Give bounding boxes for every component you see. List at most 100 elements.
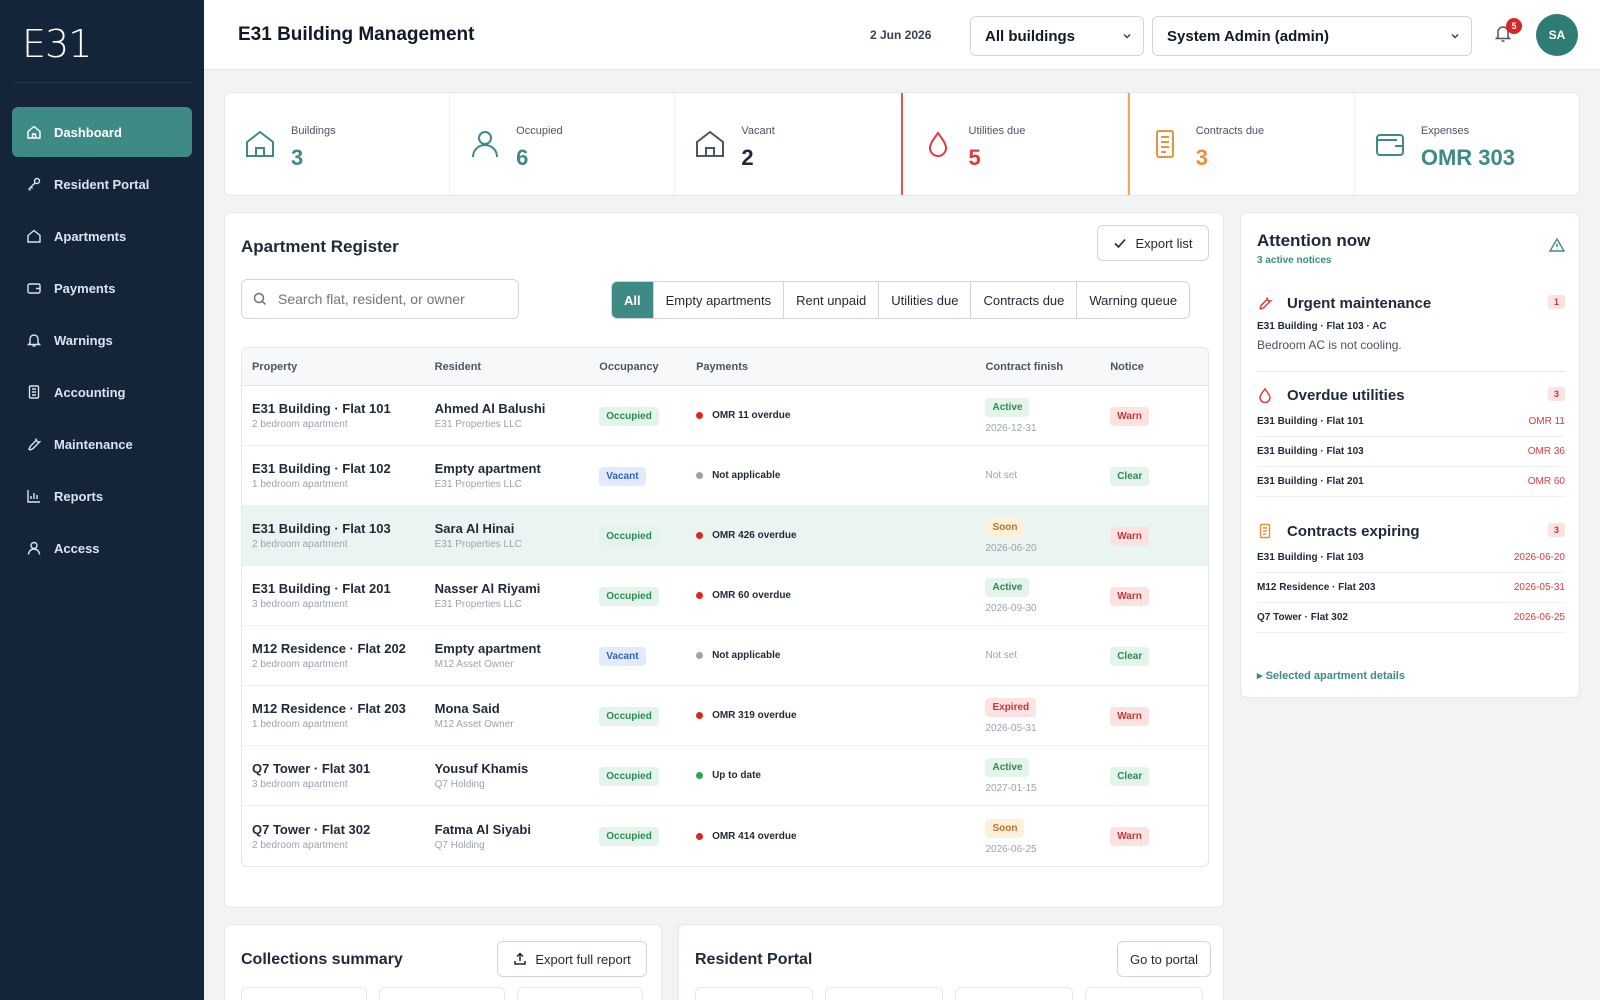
table-row[interactable]: Q7 Tower · Flat 302 2 bedroom apartment F… [242,806,1208,866]
sidebar-item-payments[interactable]: Payments [12,263,192,313]
notice-badge[interactable]: Clear [1110,466,1150,486]
urgent-maintenance-section[interactable]: Urgent maintenance 1 E31 Building · Flat… [1257,291,1565,352]
column-header[interactable]: Occupancy [599,361,696,373]
sidebar-item-access[interactable]: Access [12,523,192,573]
list-item[interactable]: M12 Residence · Flat 203 2026-05-31 [1257,573,1565,603]
contract-date: 2027-01-15 [985,783,1037,794]
document-icon [1155,130,1174,158]
top-header: E31 Building Management 2 Jun 2026 All b… [204,0,1600,70]
list-item[interactable]: E31 Building · Flat 101 OMR 11 [1257,407,1565,437]
resident-portal-card: Resident Portal Go to portal [678,924,1224,1000]
building-icon [246,130,274,157]
building-select[interactable]: All buildings [970,16,1144,56]
owner-name: M12 Asset Owner [434,659,514,670]
contract-date: 2026-09-30 [985,603,1037,614]
sidebar-item-label: Warnings [54,332,113,348]
search-input[interactable] [241,279,519,319]
list-item[interactable]: Q7 Tower · Flat 302 2026-06-25 [1257,603,1565,633]
house-icon [696,130,725,157]
occupancy-badge: Occupied [599,406,659,426]
column-header[interactable]: Notice [1110,361,1208,373]
list-item[interactable]: E31 Building · Flat 201 OMR 60 [1257,467,1565,497]
sidebar-item-reports[interactable]: Reports [12,471,192,521]
notice-badge[interactable]: Clear [1110,646,1150,666]
column-header[interactable]: Resident [435,361,600,373]
sidebar-item-accounting[interactable]: Accounting [12,367,192,417]
go-to-portal-button[interactable]: Go to portal [1117,941,1211,977]
filter-utilities-due[interactable]: Utilities due [879,282,972,318]
export-list-button[interactable]: Export list [1097,225,1209,261]
item-name: E31 Building · Flat 103 [1257,446,1364,457]
filter-all[interactable]: All [612,282,654,318]
column-header[interactable]: Payments [696,361,985,373]
stat-label: Utilities due [968,125,1026,137]
stat-occupied[interactable]: Occupied 6 [450,93,676,195]
table-row[interactable]: M12 Residence · Flat 202 2 bedroom apartm… [242,626,1208,686]
filter-rent-unpaid[interactable]: Rent unpaid [784,282,880,318]
payment-status-dot [696,772,704,779]
sidebar-item-resident-portal[interactable]: Resident Portal [12,159,192,209]
summary-tile [241,987,367,1000]
table-row[interactable]: M12 Residence · Flat 203 1 bedroom apartm… [242,686,1208,746]
stat-label: Buildings [291,125,336,137]
export-full-report-button[interactable]: Export full report [497,941,647,977]
house-icon [27,229,41,243]
filter-empty-apartments[interactable]: Empty apartments [653,282,785,318]
stat-value: 3 [1195,145,1208,170]
filter-contracts-due[interactable]: Contracts due [971,282,1078,318]
resident-name: Sara Al Hinai [434,521,515,536]
payment-status: OMR 11 overdue [712,410,791,421]
occupancy-badge: Occupied [599,526,659,546]
summary-tile [379,987,505,1000]
list-item[interactable]: E31 Building · Flat 103 OMR 36 [1257,437,1565,467]
sidebar-item-warnings[interactable]: Warnings [12,315,192,365]
notice-badge[interactable]: Warn [1110,586,1149,606]
table-row[interactable]: E31 Building · Flat 103 2 bedroom apartme… [242,506,1208,566]
notice-badge[interactable]: Clear [1110,766,1150,786]
wallet-icon [27,283,41,294]
property-name: E31 Building · Flat 103 [252,521,391,536]
owner-name: E31 Properties LLC [434,419,522,430]
sidebar-item-dashboard[interactable]: Dashboard [12,107,192,157]
property-name: M12 Residence · Flat 203 [252,701,406,716]
stat-contracts-due[interactable]: Contracts due 3 [1127,93,1355,195]
document-icon [1259,523,1271,539]
contract-date: 2026-05-31 [985,723,1037,734]
avatar[interactable]: SA [1536,14,1578,56]
notice-badge[interactable]: Warn [1110,827,1149,846]
filter-warning-queue[interactable]: Warning queue [1077,282,1190,318]
user-select[interactable]: System Admin (admin) [1152,16,1472,56]
stat-expenses[interactable]: Expenses OMR 303 [1355,93,1579,195]
stat-vacant[interactable]: Vacant 2 [675,93,901,195]
item-date: 2026-05-31 [1513,582,1565,593]
table-row[interactable]: E31 Building · Flat 102 1 bedroom apartme… [242,446,1208,506]
notice-badge[interactable]: Warn [1110,526,1149,546]
contract-badge: Soon [985,818,1025,838]
payment-status-dot [696,472,704,479]
selected-apartment-details-toggle[interactable]: ▸ Selected apartment details [1257,669,1405,682]
attention-card: Attention now 3 active notices Urgent ma… [1240,212,1580,698]
stat-utilities-due[interactable]: Utilities due 5 [900,93,1128,195]
table-row[interactable]: E31 Building · Flat 101 2 bedroom apartme… [242,386,1208,446]
notice-badge[interactable]: Warn [1110,706,1149,726]
contract-badge: Active [985,758,1030,777]
stat-buildings[interactable]: Buildings 3 [225,93,451,195]
resident-name: Empty apartment [434,641,541,656]
user-select-value: System Admin (admin) [1167,27,1329,45]
wallet-icon [1375,134,1404,156]
payment-status-dot [696,412,704,419]
sidebar-item-label: Access [54,540,100,556]
button-label: Go to portal [1130,951,1198,967]
table-row[interactable]: Q7 Tower · Flat 301 3 bedroom apartment Y… [242,746,1208,806]
table-row[interactable]: E31 Building · Flat 201 3 bedroom apartme… [242,566,1208,626]
list-item[interactable]: E31 Building · Flat 103 2026-06-20 [1257,543,1565,573]
sidebar-item-maintenance[interactable]: Maintenance [12,419,192,469]
contract-date: 2026-06-25 [985,843,1037,855]
payment-status: OMR 319 overdue [712,710,797,721]
owner-name: E31 Properties LLC [434,479,522,490]
column-header[interactable]: Property [242,361,435,373]
notice-badge[interactable]: Warn [1110,406,1149,426]
stat-label: Expenses [1420,125,1470,137]
sidebar-item-apartments[interactable]: Apartments [12,211,192,261]
column-header[interactable]: Contract finish [985,361,1110,373]
